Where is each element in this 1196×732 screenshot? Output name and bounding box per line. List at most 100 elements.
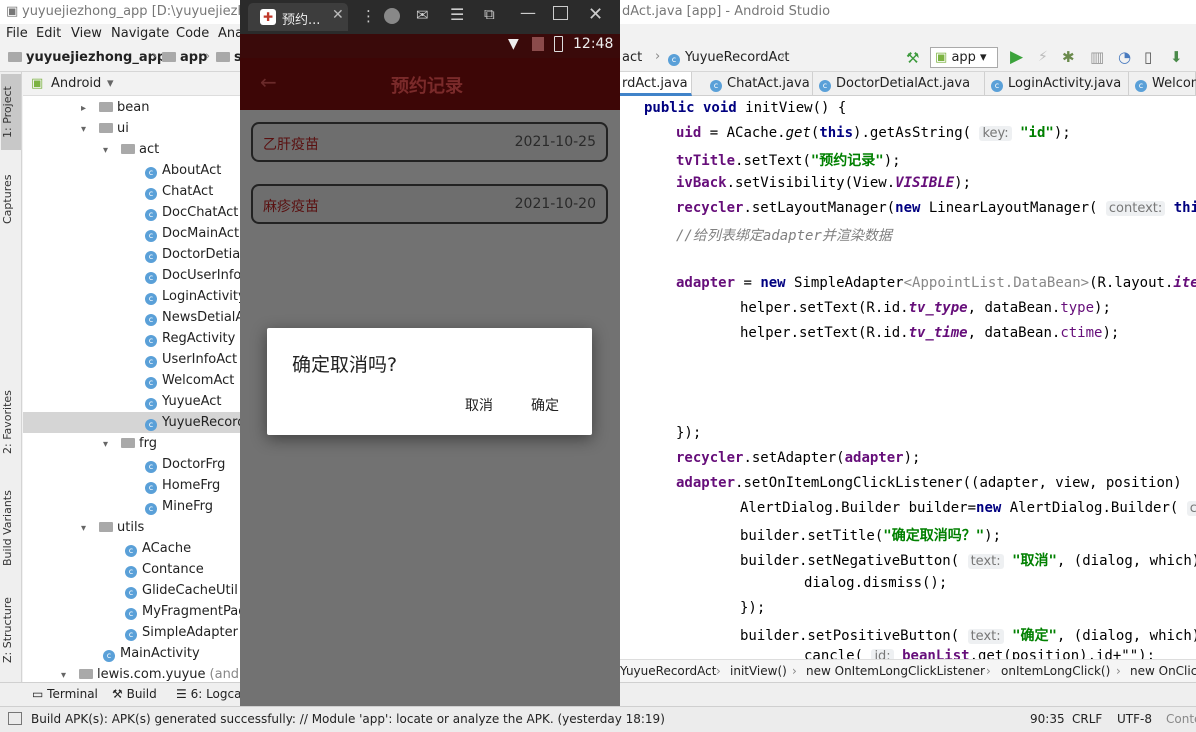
- apply-changes-icon[interactable]: ⚡: [1038, 49, 1048, 65]
- close-window-icon[interactable]: ✕: [588, 4, 603, 25]
- tree-item-userinfoact[interactable]: c UserInfoAct: [145, 349, 237, 370]
- record-card[interactable]: 乙肝疫苗 2021-10-25: [251, 122, 608, 162]
- tree-item-act[interactable]: ▾ act: [103, 139, 159, 160]
- menu-view[interactable]: View: [71, 26, 102, 41]
- code-line: helper.setText(R.id.tv_time, dataBean.ct…: [740, 325, 1120, 341]
- tree-item-newsdetialac[interactable]: c NewsDetialAc: [145, 307, 240, 328]
- line-separator[interactable]: CRLF: [1072, 712, 1102, 726]
- debug-icon[interactable]: ✱: [1062, 48, 1075, 66]
- tab-favorites[interactable]: 2: Favorites: [1, 378, 21, 466]
- tree-item-frg[interactable]: ▾ frg: [103, 433, 157, 454]
- tree-item-docuserinfoa[interactable]: c DocUserInfoA: [145, 265, 240, 286]
- editor-tab-doctordetialact[interactable]: c DoctorDetialAct.java: [813, 72, 985, 96]
- record-date: 2021-10-25: [514, 134, 596, 150]
- code-crumb-callback[interactable]: onItemLongClick(): [1001, 664, 1110, 678]
- chevron-down-icon[interactable]: ▾: [107, 76, 114, 91]
- minimize-icon[interactable]: —: [520, 3, 536, 22]
- tree-item-contance[interactable]: c Contance: [125, 559, 204, 580]
- code-crumb-listener[interactable]: new OnItemLongClickListener: [806, 664, 985, 678]
- tree-item-glidecacheutil[interactable]: c GlideCacheUtil: [125, 580, 238, 601]
- tree-item-bean[interactable]: ▸ bean: [81, 97, 149, 118]
- editor-tab-loginactivity[interactable]: c LoginActivity.java: [985, 72, 1129, 96]
- menu-file[interactable]: File: [6, 26, 28, 41]
- project-view-select[interactable]: Android: [51, 76, 101, 91]
- tree-item-minefrg[interactable]: c MineFrg: [145, 496, 213, 517]
- code-editor[interactable]: public void initView() { uid = ACache.ge…: [620, 96, 1196, 659]
- breadcrumb-src[interactable]: s: [216, 50, 242, 65]
- menu-code[interactable]: Code: [176, 26, 209, 41]
- tree-item-simpleadapter[interactable]: c SimpleAdapter: [125, 622, 238, 643]
- tab-project[interactable]: 1: Project: [1, 74, 21, 150]
- code-crumb-class[interactable]: YuyueRecordAct: [620, 664, 716, 678]
- tab-build-variants[interactable]: Build Variants: [1, 476, 21, 580]
- context-indicator[interactable]: Conte: [1166, 712, 1196, 726]
- menu-icon[interactable]: ☰: [450, 5, 464, 24]
- back-arrow-icon[interactable]: ←: [260, 70, 277, 94]
- coverage-icon[interactable]: ▥: [1090, 48, 1104, 66]
- mail-icon[interactable]: ✉: [416, 6, 429, 24]
- tree-item-doctorfrg[interactable]: c DoctorFrg: [145, 454, 225, 475]
- editor-tab-chatact[interactable]: c ChatAct.java: [704, 72, 813, 96]
- editor-tab-current[interactable]: rdAct.java: [620, 72, 692, 96]
- tree-item-yuyuerecorda[interactable]: c YuyueRecordA: [23, 412, 240, 433]
- hammer-icon[interactable]: ⚒: [906, 49, 919, 67]
- tree-item-docmainactiv[interactable]: c DocMainActiv: [145, 223, 240, 244]
- code-crumb-method[interactable]: initView(): [730, 664, 787, 678]
- more-vert-icon[interactable]: ⋮: [361, 7, 376, 25]
- chevron-down-icon[interactable]: ▾: [81, 518, 93, 539]
- tree-item-yuyueact[interactable]: c YuyueAct: [145, 391, 222, 412]
- class-icon: c: [145, 209, 157, 221]
- tree-item-lewis-com-yuyue[interactable]: ▾ lewis.com.yuyue(androi: [61, 664, 240, 682]
- tree-item-aboutact[interactable]: c AboutAct: [145, 160, 221, 181]
- cursor-position[interactable]: 90:35: [1030, 712, 1065, 726]
- profile-icon[interactable]: ◔: [1118, 48, 1131, 66]
- chevron-down-icon[interactable]: ▾: [61, 665, 73, 682]
- tree-item-ui[interactable]: ▾ ui: [81, 118, 129, 139]
- breadcrumb-module[interactable]: app: [162, 50, 207, 65]
- logcat-tool-button[interactable]: ☰ 6: Logcat: [176, 687, 246, 701]
- breadcrumb-project[interactable]: yuyuejiezhong_app: [8, 50, 166, 65]
- menu-edit[interactable]: Edit: [36, 26, 61, 41]
- chevron-down-icon[interactable]: ▾: [103, 434, 115, 455]
- code-crumb-inner[interactable]: new OnClic: [1130, 664, 1196, 678]
- tree-item-loginactivity[interactable]: c LoginActivity: [145, 286, 240, 307]
- breadcrumb-act[interactable]: act: [622, 50, 642, 65]
- project-panel-header: ▣ Android ▾: [23, 72, 240, 96]
- emulator-tab[interactable]: ✚ 预约... ✕: [248, 3, 348, 31]
- build-tool-button[interactable]: ⚒ Build: [112, 687, 157, 701]
- tab-structure[interactable]: Z: Structure: [1, 590, 21, 670]
- code-line: public void initView() {: [644, 100, 847, 116]
- file-encoding[interactable]: UTF-8: [1117, 712, 1152, 726]
- screenshot-icon[interactable]: ⧉: [484, 5, 495, 23]
- menu-navigate[interactable]: Navigate: [111, 26, 169, 41]
- tree-item-doctordetiala[interactable]: c DoctorDetialA: [145, 244, 240, 265]
- tree-item-homefrg[interactable]: c HomeFrg: [145, 475, 220, 496]
- tree-item-acache[interactable]: c ACache: [125, 538, 191, 559]
- tab-captures[interactable]: Captures: [1, 162, 21, 236]
- terminal-tool-button[interactable]: ▭ Terminal: [32, 687, 98, 701]
- run-icon[interactable]: ▶: [1010, 47, 1023, 67]
- tree-item-welcomact[interactable]: c WelcomAct: [145, 370, 234, 391]
- breadcrumb-class[interactable]: c YuyueRecordAct: [668, 50, 789, 66]
- maximize-icon[interactable]: [553, 6, 568, 20]
- sdk-manager-icon[interactable]: ⬇: [1170, 48, 1183, 66]
- tree-item-myfragmentpage[interactable]: c MyFragmentPage: [125, 601, 240, 622]
- tree-item-docchatact[interactable]: c DocChatAct: [145, 202, 238, 223]
- tree-item-utils[interactable]: ▾ utils: [81, 517, 144, 538]
- chevron-down-icon[interactable]: ▾: [103, 140, 115, 161]
- device-manager-icon[interactable]: ▯: [1144, 48, 1152, 66]
- chevron-right-icon[interactable]: ▸: [81, 98, 93, 119]
- tree-item-regactivity[interactable]: c RegActivity: [145, 328, 235, 349]
- tree-item-mainactivity[interactable]: c MainActivity: [103, 643, 200, 664]
- run-config-select[interactable]: ▣ app ▾: [930, 47, 998, 68]
- confirm-button[interactable]: 确定: [531, 395, 559, 415]
- status-toggle-icon[interactable]: [8, 712, 22, 725]
- status-message[interactable]: Build APK(s): APK(s) generated successfu…: [31, 712, 665, 726]
- cancel-button[interactable]: 取消: [465, 395, 493, 415]
- editor-tab-welcom[interactable]: cWelcom: [1129, 72, 1196, 96]
- tree-item-chatact[interactable]: c ChatAct: [145, 181, 213, 202]
- record-card[interactable]: 麻疹疫苗 2021-10-20: [251, 184, 608, 224]
- chevron-down-icon[interactable]: ▾: [81, 119, 93, 140]
- avatar-icon[interactable]: [384, 8, 400, 24]
- close-icon[interactable]: ✕: [332, 7, 344, 23]
